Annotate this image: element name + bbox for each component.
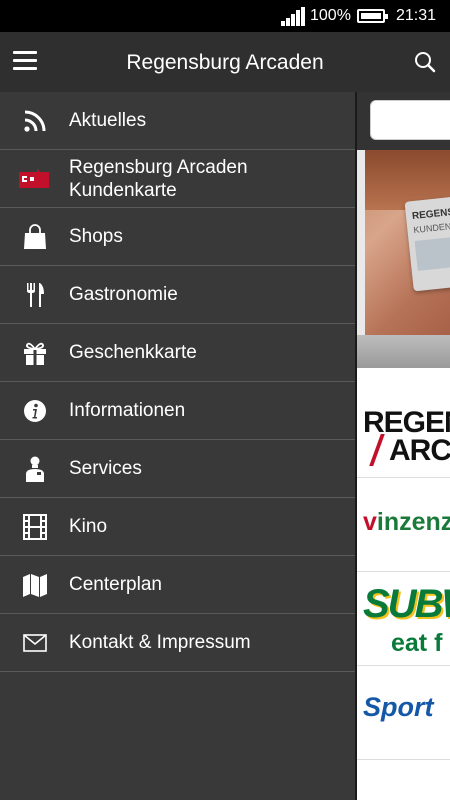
nav-label: Kontakt & Impressum [69,632,251,653]
map-icon [20,570,50,600]
nav-label: Aktuelles [69,110,147,131]
service-person-icon [20,454,50,484]
nav-label: Shops [69,226,123,247]
nav-label: Informationen [69,400,186,421]
envelope-icon [20,628,50,658]
shopping-bag-icon [20,222,50,252]
shop-logo-subway[interactable]: SUBW eat f [357,572,450,666]
content-toolbar [357,92,450,150]
customer-card-icon [18,164,50,194]
nav-label: Regensburg Arcaden Kundenkarte [69,157,248,201]
nav-item-geschenkkarte[interactable]: Geschenkkarte [0,324,356,382]
drawer-divider [355,92,357,800]
film-icon [20,512,50,542]
fork-knife-icon [20,280,50,310]
app-bar: Regensburg Arcaden [0,32,450,92]
nav-label: Kino [69,516,108,537]
nav-item-shops[interactable]: Shops [0,208,356,266]
rss-icon [20,106,50,136]
nav-item-aktuelles[interactable]: Aktuelles [0,92,356,150]
shop-logo-sport[interactable]: Sport [357,666,450,760]
main-content: REGENSBUR KUNDENKART REGENS ARCA vinzenz… [357,92,450,800]
nav-label: Services [69,458,142,479]
nav-label: Geschenkkarte [69,342,197,363]
app-title: Regensburg Arcaden [126,51,324,74]
battery-percent: 100% [310,7,351,24]
gift-icon [20,338,50,368]
signal-icon [281,7,305,26]
shop-logo-vinzenz[interactable]: vinzenz [357,478,450,572]
nav-label: Gastronomie [69,284,178,305]
shop-logo-regensburg-arcaden[interactable]: REGENS ARCA [357,384,450,478]
nav-item-gastronomie[interactable]: Gastronomie [0,266,356,324]
status-bar: 100% 21:31 [0,0,450,32]
nav-item-kino[interactable]: Kino [0,498,356,556]
nav-item-services[interactable]: Services [0,440,356,498]
nav-item-kontakt-impressum[interactable]: Kontakt & Impressum [0,614,356,672]
nav-label: Centerplan [69,574,162,595]
content-search-field[interactable] [370,100,450,140]
navigation-drawer: Aktuelles Regensburg Arcaden Kundenkarte… [0,92,356,800]
nav-item-centerplan[interactable]: Centerplan [0,556,356,614]
search-icon[interactable] [413,50,437,74]
info-icon [20,396,50,426]
battery-icon [357,9,388,23]
kundenkarte-banner[interactable]: REGENSBUR KUNDENKART [357,150,450,368]
clock: 21:31 [396,7,437,24]
nav-item-informationen[interactable]: Informationen [0,382,356,440]
nav-item-kundenkarte[interactable]: Regensburg Arcaden Kundenkarte [0,150,356,208]
